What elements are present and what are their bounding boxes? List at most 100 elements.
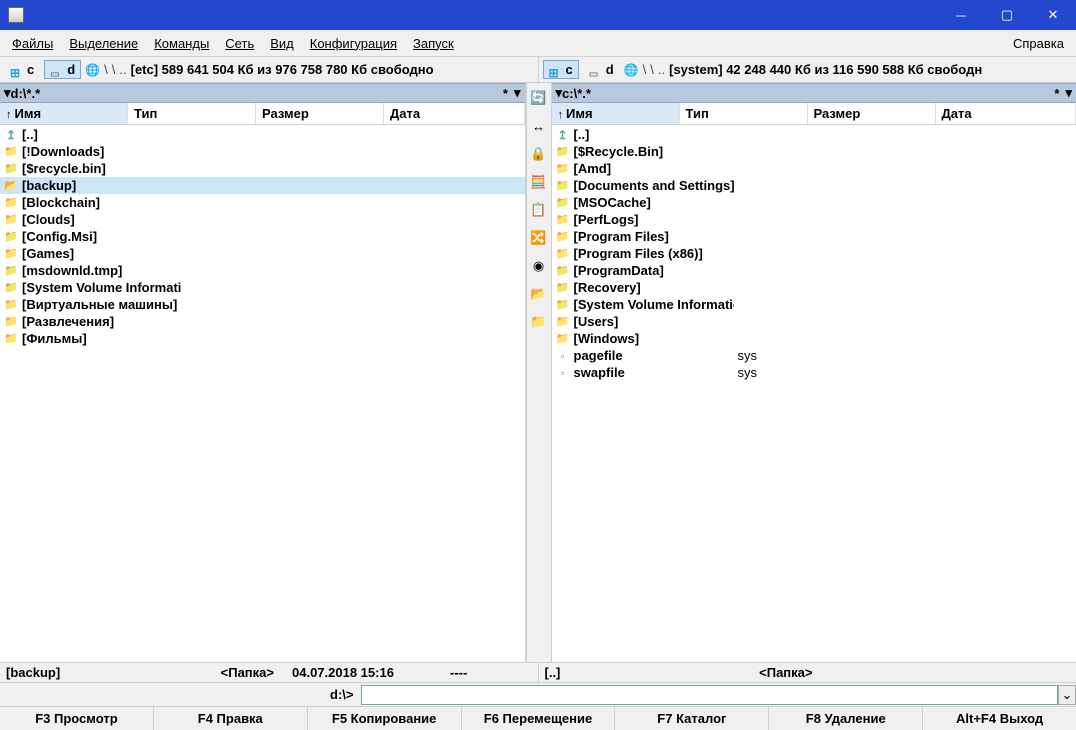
- list-item[interactable]: [Фильмы]: [0, 330, 525, 347]
- item-name: [Виртуальные машины]: [22, 297, 177, 312]
- drive-button-d[interactable]: d: [44, 60, 81, 79]
- drive-button-c[interactable]: c: [543, 60, 579, 79]
- midbar-button-2[interactable]: 🔒: [530, 145, 548, 163]
- path-separator[interactable]: ..: [119, 62, 126, 77]
- drive-button-d[interactable]: d: [583, 60, 620, 79]
- item-name: [Clouds]: [22, 212, 75, 227]
- fkey-button[interactable]: F8 Удаление: [769, 707, 923, 730]
- history-dropdown-icon[interactable]: ▾: [514, 85, 521, 101]
- col-size[interactable]: Размер: [256, 103, 384, 124]
- item-name: [..]: [574, 127, 590, 142]
- fkey-button[interactable]: F5 Копирование: [308, 707, 462, 730]
- menu-help[interactable]: Справка: [1005, 33, 1072, 54]
- midbar-button-6[interactable]: ◉: [530, 257, 548, 275]
- list-item[interactable]: [Развлечения]: [0, 313, 525, 330]
- favorites-icon[interactable]: *: [1048, 86, 1065, 101]
- function-keys: F3 ПросмотрF4 ПравкаF5 КопированиеF6 Пер…: [0, 706, 1076, 730]
- midbar-button-0[interactable]: 🔄: [530, 89, 548, 107]
- col-name[interactable]: Имя: [0, 103, 128, 124]
- list-item[interactable]: [$recycle.bin]: [0, 160, 525, 177]
- list-item[interactable]: [Documents and Settings]: [552, 177, 1076, 194]
- midbar-button-7[interactable]: 📂: [530, 285, 548, 303]
- list-item[interactable]: swapfilesys: [552, 364, 1076, 381]
- path-separator[interactable]: \: [650, 62, 654, 77]
- menu-view[interactable]: Вид: [262, 33, 302, 54]
- network-icon[interactable]: [85, 62, 100, 77]
- list-item[interactable]: [Clouds]: [0, 211, 525, 228]
- col-type[interactable]: Тип: [128, 103, 256, 124]
- midbar-button-4[interactable]: 📋: [530, 201, 548, 219]
- list-item[interactable]: [Users]: [552, 313, 1076, 330]
- list-item[interactable]: [System Volume Information]: [0, 279, 525, 296]
- fkey-button[interactable]: F7 Каталог: [615, 707, 769, 730]
- item-name: [$Recycle.Bin]: [574, 144, 664, 159]
- item-name: [Users]: [574, 314, 619, 329]
- list-item[interactable]: pagefilesys: [552, 347, 1076, 364]
- list-item[interactable]: [backup]: [0, 177, 525, 194]
- list-item[interactable]: [Blockchain]: [0, 194, 525, 211]
- filelist-right[interactable]: [..] [$Recycle.Bin][Amd][Documents and Se…: [552, 125, 1076, 662]
- list-item[interactable]: [Виртуальные машины]: [0, 296, 525, 313]
- cmd-history-dropdown[interactable]: ⌄: [1058, 685, 1076, 705]
- col-date[interactable]: Дата: [936, 103, 1076, 124]
- col-name[interactable]: Имя: [552, 103, 680, 124]
- list-item[interactable]: [MSOCache]: [552, 194, 1076, 211]
- midbar-button-5[interactable]: 🔀: [530, 229, 548, 247]
- midbar-button-8[interactable]: 📁: [530, 313, 548, 331]
- list-item[interactable]: [$Recycle.Bin]: [552, 143, 1076, 160]
- midbar-button-1[interactable]: ↔: [530, 117, 548, 135]
- cmd-input[interactable]: [361, 685, 1058, 705]
- list-item[interactable]: [msdownld.tmp]: [0, 262, 525, 279]
- menu-commands[interactable]: Команды: [146, 33, 217, 54]
- list-item[interactable]: [Windows]: [552, 330, 1076, 347]
- menu-select[interactable]: Выделение: [61, 33, 146, 54]
- network-icon[interactable]: [624, 62, 639, 77]
- menu-files[interactable]: Файлы: [4, 33, 61, 54]
- midbar-button-3[interactable]: 🧮: [530, 173, 548, 191]
- path-separator[interactable]: \: [112, 62, 116, 77]
- drive-icon: [589, 65, 603, 75]
- pathbar-right[interactable]: ▾ c:\*.* * ▾: [552, 83, 1076, 103]
- col-type[interactable]: Тип: [680, 103, 808, 124]
- list-item[interactable]: [Amd]: [552, 160, 1076, 177]
- list-item[interactable]: [..]: [552, 126, 1076, 143]
- list-item[interactable]: [Config.Msi]: [0, 228, 525, 245]
- drive-button-c[interactable]: c: [4, 60, 40, 79]
- fkey-button[interactable]: F3 Просмотр: [0, 707, 154, 730]
- pathbar-left[interactable]: ▾ d:\*.* * ▾: [0, 83, 525, 103]
- history-dropdown-icon[interactable]: ▾: [1065, 85, 1072, 101]
- item-name: [MSOCache]: [574, 195, 651, 210]
- fkey-button[interactable]: Alt+F4 Выход: [923, 707, 1076, 730]
- menu-start[interactable]: Запуск: [405, 33, 462, 54]
- folder-warn-icon: [556, 196, 570, 210]
- minimize-button[interactable]: ─: [938, 0, 984, 30]
- col-size[interactable]: Размер: [808, 103, 936, 124]
- list-item[interactable]: [Program Files]: [552, 228, 1076, 245]
- list-item[interactable]: [Recovery]: [552, 279, 1076, 296]
- list-item[interactable]: [Games]: [0, 245, 525, 262]
- maximize-button[interactable]: ▢: [984, 0, 1030, 30]
- file-icon: [556, 349, 570, 363]
- list-item[interactable]: [ProgramData]: [552, 262, 1076, 279]
- favorites-icon[interactable]: *: [497, 86, 514, 101]
- filelist-left[interactable]: [..][!Downloads][$recycle.bin][backup][B…: [0, 125, 525, 662]
- list-item[interactable]: [System Volume Information]: [552, 296, 1076, 313]
- close-button[interactable]: ✕: [1030, 0, 1076, 30]
- path-separator[interactable]: \: [104, 62, 108, 77]
- menu-config[interactable]: Конфигурация: [302, 33, 405, 54]
- folder-icon: [556, 213, 570, 227]
- folder-warn-icon: [556, 298, 570, 312]
- list-item[interactable]: [..]: [0, 126, 525, 143]
- item-name: [Развлечения]: [22, 314, 114, 329]
- path-separator[interactable]: ..: [658, 62, 665, 77]
- col-date[interactable]: Дата: [384, 103, 525, 124]
- list-item[interactable]: [!Downloads]: [0, 143, 525, 160]
- fkey-button[interactable]: F4 Правка: [154, 707, 308, 730]
- path-separator[interactable]: \: [643, 62, 647, 77]
- list-item[interactable]: [PerfLogs]: [552, 211, 1076, 228]
- item-name: [$recycle.bin]: [22, 161, 106, 176]
- menu-net[interactable]: Сеть: [217, 33, 262, 54]
- fkey-button[interactable]: F6 Перемещение: [462, 707, 616, 730]
- item-name: [System Volume Information]: [574, 297, 734, 312]
- list-item[interactable]: [Program Files (x86)]: [552, 245, 1076, 262]
